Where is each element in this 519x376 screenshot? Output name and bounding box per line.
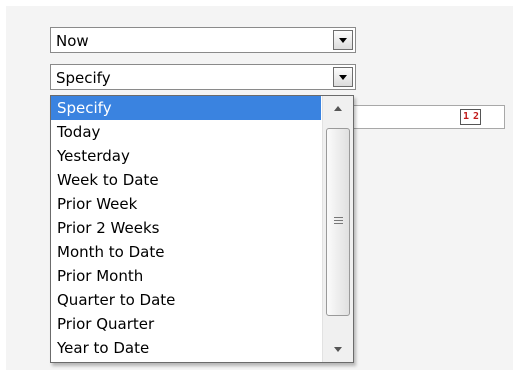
option-prior-quarter[interactable]: Prior Quarter [51, 312, 321, 336]
option-prior-2-weeks[interactable]: Prior 2 Weeks [51, 216, 321, 240]
option-week-to-date[interactable]: Week to Date [51, 168, 321, 192]
scroll-up-button[interactable] [323, 96, 353, 122]
calendar-icon[interactable]: 1 2 [460, 109, 481, 125]
grip-line [334, 220, 343, 221]
chevron-down-icon [339, 38, 347, 43]
chevron-down-icon [339, 75, 347, 80]
time-select[interactable]: Now [50, 27, 356, 53]
option-year-to-date[interactable]: Year to Date [51, 336, 321, 360]
time-select-value: Now [56, 32, 89, 50]
range-options-list[interactable]: Specify Today Yesterday Week to Date Pri… [50, 95, 354, 363]
date-input[interactable] [350, 105, 505, 129]
option-prior-week[interactable]: Prior Week [51, 192, 321, 216]
option-prior-month[interactable]: Prior Month [51, 264, 321, 288]
scrollbar-thumb[interactable] [326, 128, 350, 316]
list-scrollbar[interactable] [322, 96, 353, 362]
grip-line [334, 217, 343, 218]
option-yesterday[interactable]: Yesterday [51, 144, 321, 168]
options-list: Specify Today Yesterday Week to Date Pri… [51, 96, 321, 360]
calendar-icon-label: 1 2 [462, 111, 479, 122]
range-select-dropdown-button[interactable] [333, 67, 353, 87]
time-select-dropdown-button[interactable] [333, 30, 353, 50]
option-today[interactable]: Today [51, 120, 321, 144]
range-select[interactable]: Specify [50, 64, 356, 90]
range-select-value: Specify [56, 69, 111, 87]
option-month-to-date[interactable]: Month to Date [51, 240, 321, 264]
option-quarter-to-date[interactable]: Quarter to Date [51, 288, 321, 312]
chevron-down-icon [334, 347, 342, 352]
scroll-down-button[interactable] [323, 336, 353, 362]
grip-line [334, 223, 343, 224]
option-specify[interactable]: Specify [51, 96, 321, 120]
chevron-up-icon [334, 106, 342, 111]
